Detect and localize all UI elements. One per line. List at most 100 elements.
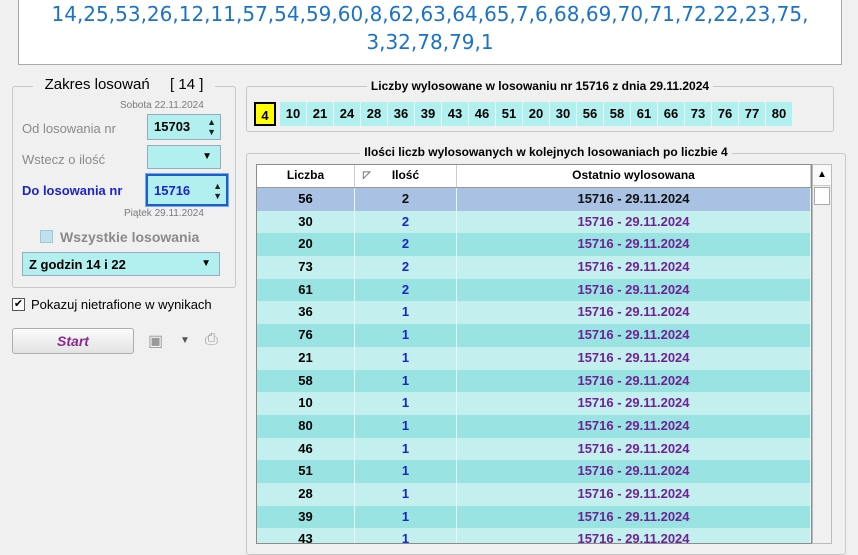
drawn-number: 76 [712, 102, 739, 126]
table-row[interactable]: 36 1 15716 - 29.11.2024 [257, 301, 811, 325]
count-table[interactable]: Liczba ◸ Ilość Ostatnio wylosowana 56 2 157… [256, 164, 812, 544]
drawn-number: 80 [766, 102, 793, 126]
cell-number: 36 [257, 301, 355, 325]
table-row[interactable]: 20 2 15716 - 29.11.2024 [257, 233, 811, 257]
cell-last-drawn: 15716 - 29.11.2024 [457, 210, 811, 234]
cell-number: 28 [257, 482, 355, 506]
chevron-down-icon: ▼ [201, 258, 211, 269]
table-scrollbar[interactable]: ▲ [812, 164, 832, 544]
chevron-down-icon[interactable]: ▼ [180, 335, 190, 346]
scroll-thumb[interactable] [814, 187, 830, 205]
drawn-number: 66 [658, 102, 685, 126]
cell-number: 73 [257, 256, 355, 279]
cell-count: 1 [355, 505, 457, 529]
table-row[interactable]: 46 1 15716 - 29.11.2024 [257, 437, 811, 461]
drawn-number-highlight: 4 [254, 102, 276, 126]
all-draws-checkbox[interactable] [40, 230, 53, 243]
cell-count: 1 [355, 392, 457, 415]
cell-count: 2 [355, 256, 457, 279]
to-draw-spinner[interactable]: 15716 ▲ ▼ [145, 173, 229, 207]
cell-number: 61 [257, 278, 355, 302]
cell-number: 10 [257, 392, 355, 415]
table-row[interactable]: 61 2 15716 - 29.11.2024 [257, 278, 811, 302]
from-draw-value: 15703 [154, 119, 191, 134]
table-row[interactable]: 10 1 15716 - 29.11.2024 [257, 392, 811, 415]
table-row[interactable]: 56 2 15716 - 29.11.2024 [257, 188, 811, 211]
cell-count: 1 [355, 437, 457, 461]
cell-count: 1 [355, 369, 457, 393]
cell-count: 2 [355, 188, 457, 211]
table-body: 56 2 15716 - 29.11.2024 30 2 15716 - 29.11.20… [257, 188, 811, 543]
table-row[interactable]: 76 1 15716 - 29.11.2024 [257, 324, 811, 347]
cell-last-drawn: 15716 - 29.11.2024 [457, 392, 811, 415]
drawn-number: 24 [334, 102, 361, 126]
cell-last-drawn: 15716 - 29.11.2024 [457, 256, 811, 279]
spin-down-icon[interactable]: ▼ [207, 128, 216, 137]
table-row[interactable]: 43 1 15716 - 29.11.2024 [257, 528, 811, 543]
drawn-number: 21 [307, 102, 334, 126]
floppy-disk-icon[interactable]: ▣ [148, 331, 163, 351]
to-draw-value: 15716 [154, 183, 191, 198]
show-missed-label: Pokazuj nietrafione w wynikach [31, 297, 212, 312]
cell-last-drawn: 15716 - 29.11.2024 [457, 278, 811, 302]
sort-arrow-icon: ◸ [363, 170, 371, 181]
cell-count: 2 [355, 233, 457, 257]
table-row[interactable]: 30 2 15716 - 29.11.2024 [257, 210, 811, 234]
table-row[interactable]: 58 1 15716 - 29.11.2024 [257, 369, 811, 393]
table-row[interactable]: 21 1 15716 - 29.11.2024 [257, 346, 811, 370]
cell-last-drawn: 15716 - 29.11.2024 [457, 188, 811, 211]
spin-up-icon[interactable]: ▲ [207, 118, 216, 127]
range-group-title: Zakres losowań [ 14 ] [12, 76, 236, 93]
table-row[interactable]: 73 2 15716 - 29.11.2024 [257, 256, 811, 279]
drawn-title-text: Liczby wylosowane w losowaniu nr 15716 z… [366, 79, 714, 93]
cell-count: 2 [355, 210, 457, 234]
cell-count: 1 [355, 301, 457, 325]
cell-number: 76 [257, 324, 355, 347]
cell-number: 30 [257, 210, 355, 234]
range-count: [ 14 ] [164, 76, 210, 93]
header-count[interactable]: ◸ Ilość [355, 165, 457, 187]
hours-value: Z godzin 14 i 22 [29, 257, 126, 272]
table-row[interactable]: 28 1 15716 - 29.11.2024 [257, 482, 811, 506]
header-last-drawn[interactable]: Ostatnio wylosowana [457, 165, 811, 187]
cell-last-drawn: 15716 - 29.11.2024 [457, 482, 811, 506]
drawn-number: 28 [361, 102, 388, 126]
spin-down-icon[interactable]: ▼ [213, 192, 222, 201]
drawn-number: 73 [685, 102, 712, 126]
drawn-number: 58 [604, 102, 631, 126]
cell-count: 2 [355, 278, 457, 302]
start-button[interactable]: Start [12, 328, 134, 354]
cell-last-drawn: 15716 - 29.11.2024 [457, 346, 811, 370]
cell-number: 56 [257, 188, 355, 211]
cell-last-drawn: 15716 - 29.11.2024 [457, 460, 811, 483]
drawn-number: 46 [469, 102, 496, 126]
show-missed-checkbox[interactable]: ✔ [12, 298, 25, 311]
table-row[interactable]: 39 1 15716 - 29.11.2024 [257, 505, 811, 529]
table-row[interactable]: 80 1 15716 - 29.11.2024 [257, 414, 811, 438]
drawn-number: 77 [739, 102, 766, 126]
hours-combo[interactable]: Z godzin 14 i 22 ▼ [22, 252, 220, 276]
scroll-up-icon[interactable]: ▲ [813, 165, 831, 186]
cell-number: 51 [257, 460, 355, 483]
all-draws-label: Wszystkie losowania [60, 229, 200, 245]
cell-last-drawn: 15716 - 29.11.2024 [457, 324, 811, 347]
result-numbers-box: 14,25,53,26,12,11,57,54,59,60,8,62,63,64… [18, 0, 842, 65]
cell-number: 20 [257, 233, 355, 257]
cell-last-drawn: 15716 - 29.11.2024 [457, 505, 811, 529]
back-count-combo[interactable]: ▼ [147, 145, 221, 169]
cell-number: 80 [257, 414, 355, 438]
drawn-numbers-list: 4 10 21 24 28 36 39 43 46 51 20 30 56 58 61 66 73 76 77 80 [254, 102, 793, 128]
printer-icon[interactable]: ⎙ [205, 331, 218, 349]
result-line-2: 3,32,78,79,1 [366, 30, 494, 54]
drawn-number: 36 [388, 102, 415, 126]
cell-last-drawn: 15716 - 29.11.2024 [457, 528, 811, 543]
table-row[interactable]: 51 1 15716 - 29.11.2024 [257, 460, 811, 483]
to-date-label: Piątek 29.11.2024 [124, 208, 204, 219]
from-label: Od losowania nr [22, 121, 116, 136]
header-number[interactable]: Liczba [257, 165, 355, 187]
cell-last-drawn: 15716 - 29.11.2024 [457, 437, 811, 461]
cell-last-drawn: 15716 - 29.11.2024 [457, 301, 811, 325]
from-draw-spinner[interactable]: 15703 ▲ ▼ [147, 114, 221, 140]
spin-up-icon[interactable]: ▲ [213, 182, 222, 191]
cell-last-drawn: 15716 - 29.11.2024 [457, 414, 811, 438]
